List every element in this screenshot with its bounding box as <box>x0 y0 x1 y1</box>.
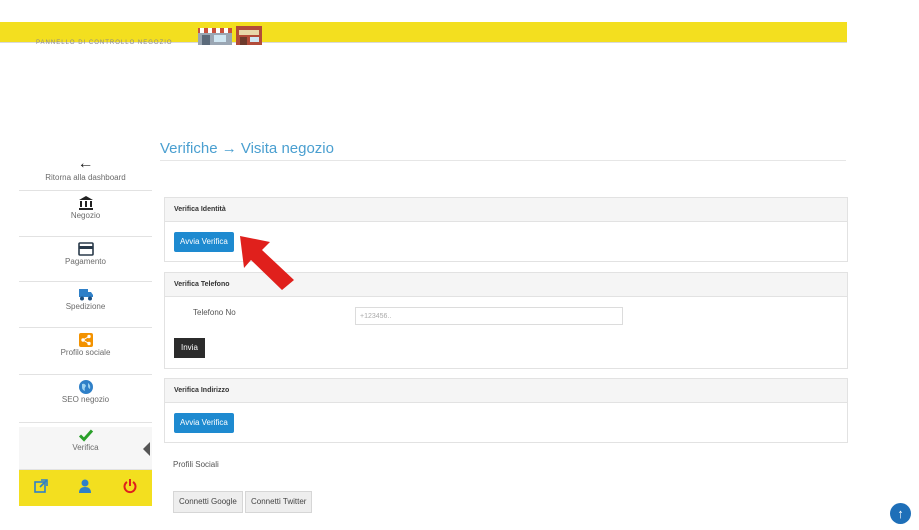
scroll-to-top-button[interactable]: ↑ <box>890 503 911 524</box>
red-pointer-arrow-icon <box>240 236 294 290</box>
top-bar <box>0 22 847 42</box>
power-icon[interactable] <box>122 478 138 499</box>
share-icon <box>19 332 152 348</box>
title-divider <box>160 160 846 161</box>
brand-title: PANNELLO DI CONTROLLO NEGOZIO <box>36 40 173 46</box>
panel-title: Verifica Identità <box>165 198 847 222</box>
sidebar-item-label: Pagamento <box>65 257 106 266</box>
bank-icon <box>19 195 152 211</box>
sidebar: ← Ritorna alla dashboard Negozio Pagamen… <box>19 155 152 506</box>
globe-icon <box>19 379 152 395</box>
sidebar-item-spedizione[interactable]: Spedizione <box>19 286 152 328</box>
send-button[interactable]: Invia <box>174 338 205 358</box>
back-to-dashboard-link[interactable]: ← Ritorna alla dashboard <box>19 155 152 191</box>
social-profiles-title: Profili Sociali <box>173 460 219 469</box>
sidebar-item-seo-negozio[interactable]: SEO negozio <box>19 379 152 423</box>
credit-card-icon <box>19 241 152 257</box>
sidebar-item-verifica[interactable]: Verifica <box>19 427 152 470</box>
start-identity-verification-button[interactable]: Avvia Verifica <box>174 232 234 252</box>
back-label: Ritorna alla dashboard <box>45 173 126 182</box>
arrow-left-icon: ← <box>77 155 94 172</box>
sidebar-item-pagamento[interactable]: Pagamento <box>19 241 152 282</box>
phone-input[interactable]: +123456.. <box>355 307 623 325</box>
page-title: Verifiche → Visita negozio <box>160 140 334 157</box>
connect-twitter-button[interactable]: Connetti Twitter <box>245 491 313 513</box>
connect-google-button[interactable]: Connetti Google <box>173 491 243 513</box>
address-verification-panel: Verifica Indirizzo Avvia Verifica <box>164 378 848 443</box>
external-link-icon[interactable] <box>33 478 49 499</box>
sidebar-item-label: Negozio <box>70 211 101 220</box>
shop-logo <box>198 26 262 45</box>
sidebar-item-negozio[interactable]: Negozio <box>19 195 152 237</box>
sidebar-item-label: SEO negozio <box>61 395 110 404</box>
sidebar-item-label: Profilo sociale <box>60 348 111 357</box>
check-icon <box>19 427 152 443</box>
arrow-up-icon: ↑ <box>897 506 904 521</box>
user-icon[interactable] <box>77 478 93 499</box>
sidebar-action-bar <box>19 470 152 506</box>
truck-icon <box>19 286 152 302</box>
start-address-verification-button[interactable]: Avvia Verifica <box>174 413 234 433</box>
sidebar-item-label: Verifica <box>72 443 99 452</box>
sidebar-item-label: Spedizione <box>65 302 106 311</box>
active-indicator <box>143 442 150 456</box>
sidebar-item-profilo-sociale[interactable]: Profilo sociale <box>19 332 152 375</box>
panel-title: Verifica Indirizzo <box>165 379 847 403</box>
phone-label: Telefono No <box>193 308 236 317</box>
